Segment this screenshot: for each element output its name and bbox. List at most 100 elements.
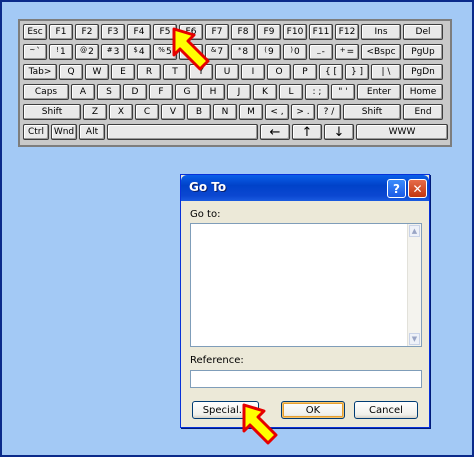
key-row5-3[interactable]: C bbox=[135, 104, 159, 120]
key-row5-1[interactable]: Z bbox=[83, 104, 107, 120]
key-char: 1 bbox=[60, 46, 66, 57]
key-f11[interactable]: F11 bbox=[309, 24, 333, 40]
reference-input[interactable] bbox=[190, 370, 422, 388]
key-row3-13[interactable]: | \ bbox=[371, 64, 401, 80]
key-row5-5[interactable]: B bbox=[187, 104, 211, 120]
key-row4-7[interactable]: J bbox=[227, 84, 251, 100]
key-down-arrow[interactable]: ↓ bbox=[324, 124, 354, 140]
key-ctrl[interactable]: Ctrl bbox=[23, 124, 49, 140]
reference-label: Reference: bbox=[190, 355, 244, 366]
key-char: PgUp bbox=[411, 46, 435, 57]
key-shift-char: ! bbox=[56, 45, 60, 54]
key-row4-1[interactable]: A bbox=[71, 84, 95, 100]
key-f12[interactable]: F12 bbox=[335, 24, 359, 40]
key-char: ` bbox=[36, 46, 41, 57]
key-row5-8[interactable]: < , bbox=[265, 104, 289, 120]
key-row2-10[interactable]: ) 0 bbox=[283, 44, 307, 60]
key-row2-12[interactable]: + = bbox=[335, 44, 359, 60]
key-char: <Bspc bbox=[366, 46, 396, 57]
key-row5-7[interactable]: M bbox=[239, 104, 263, 120]
goto-dialog: Go To ? ✕ Go to: ▲ ▼ Reference: Special.… bbox=[180, 174, 430, 428]
key-row3-9[interactable]: O bbox=[267, 64, 291, 80]
key-row3-8[interactable]: I bbox=[241, 64, 265, 80]
key-row4-13[interactable]: Home bbox=[403, 84, 443, 100]
ok-button[interactable]: OK bbox=[281, 401, 345, 419]
key-shift-char: # bbox=[106, 45, 113, 54]
help-button[interactable]: ? bbox=[387, 179, 406, 198]
scroll-up-icon[interactable]: ▲ bbox=[409, 225, 420, 237]
key-shift-char: + bbox=[339, 45, 346, 54]
key-char: - bbox=[321, 46, 325, 57]
key-row4-6[interactable]: H bbox=[201, 84, 225, 100]
key-char: 3 bbox=[113, 46, 120, 57]
key-alt[interactable]: Alt bbox=[79, 124, 105, 140]
key-f9[interactable]: F9 bbox=[257, 24, 281, 40]
key-row2-9[interactable]: (9 bbox=[257, 44, 281, 60]
key-row3-7[interactable]: U bbox=[215, 64, 239, 80]
key-row3-12[interactable]: } ] bbox=[345, 64, 369, 80]
key-row2-4[interactable]: $4 bbox=[127, 44, 151, 60]
key-f3[interactable]: F3 bbox=[101, 24, 125, 40]
key-row3-14[interactable]: PgDn bbox=[403, 64, 443, 80]
key-row2-11[interactable]: _ - bbox=[309, 44, 333, 60]
key-www[interactable]: WWW bbox=[356, 124, 448, 140]
key-row3-3[interactable]: E bbox=[111, 64, 135, 80]
key-row3-0[interactable]: Tab> bbox=[23, 64, 57, 80]
key-space[interactable] bbox=[107, 124, 258, 140]
key-row5-11[interactable]: Shift bbox=[343, 104, 401, 120]
key-f4[interactable]: F4 bbox=[127, 24, 151, 40]
key-row3-4[interactable]: R bbox=[137, 64, 161, 80]
key-shift-char: * bbox=[237, 45, 242, 54]
key-row2-1[interactable]: ! 1 bbox=[49, 44, 73, 60]
key-row5-2[interactable]: X bbox=[109, 104, 133, 120]
key-row2-14[interactable]: PgUp bbox=[403, 44, 443, 60]
key-shift-char: $ bbox=[133, 45, 138, 54]
key-row4-3[interactable]: D bbox=[123, 84, 147, 100]
key-f10[interactable]: F10 bbox=[283, 24, 307, 40]
key-row4-8[interactable]: K bbox=[253, 84, 277, 100]
key-esc[interactable]: Esc bbox=[23, 24, 47, 40]
dialog-title: Go To bbox=[189, 180, 227, 194]
key-ins[interactable]: Ins bbox=[361, 24, 401, 40]
key-f1[interactable]: F1 bbox=[49, 24, 73, 40]
key-f2[interactable]: F2 bbox=[75, 24, 99, 40]
key-wnd[interactable]: Wnd bbox=[51, 124, 77, 140]
key-row2-3[interactable]: #3 bbox=[101, 44, 125, 60]
key-row4-0[interactable]: Caps bbox=[23, 84, 69, 100]
key-row3-10[interactable]: P bbox=[293, 64, 317, 80]
key-shift-char: ) bbox=[290, 45, 293, 54]
key-del[interactable]: Del bbox=[403, 24, 443, 40]
key-row2-0[interactable]: ~ ` bbox=[23, 44, 47, 60]
key-row4-11[interactable]: " ' bbox=[331, 84, 355, 100]
scroll-down-icon[interactable]: ▼ bbox=[409, 333, 420, 345]
key-row5-9[interactable]: > . bbox=[291, 104, 315, 120]
key-row5-6[interactable]: N bbox=[213, 104, 237, 120]
key-row5-10[interactable]: ? / bbox=[317, 104, 341, 120]
key-row4-9[interactable]: L bbox=[279, 84, 303, 100]
key-row5-4[interactable]: V bbox=[161, 104, 185, 120]
key-char: 4 bbox=[138, 46, 145, 57]
close-button[interactable]: ✕ bbox=[408, 179, 427, 198]
key-row2-2[interactable]: @2 bbox=[75, 44, 99, 60]
key-left-arrow[interactable]: ← bbox=[260, 124, 290, 140]
key-up-arrow[interactable]: ↑ bbox=[292, 124, 322, 140]
key-shift-char: @ bbox=[80, 45, 88, 54]
key-row5-12[interactable]: End bbox=[403, 104, 443, 120]
key-row4-10[interactable]: : ; bbox=[305, 84, 329, 100]
pointer-f5-icon bbox=[172, 27, 210, 71]
key-row4-12[interactable]: Enter bbox=[357, 84, 401, 100]
key-f8[interactable]: F8 bbox=[231, 24, 255, 40]
key-row4-5[interactable]: G bbox=[175, 84, 199, 100]
key-row3-1[interactable]: Q bbox=[59, 64, 83, 80]
key-char: 8 bbox=[242, 46, 249, 57]
key-row2-8[interactable]: * 8 bbox=[231, 44, 255, 60]
key-row5-0[interactable]: Shift bbox=[23, 104, 81, 120]
cancel-button[interactable]: Cancel bbox=[354, 401, 418, 419]
key-row4-2[interactable]: S bbox=[97, 84, 121, 100]
key-row4-4[interactable]: F bbox=[149, 84, 173, 100]
key-row3-11[interactable]: { [ bbox=[319, 64, 343, 80]
key-row3-2[interactable]: W bbox=[85, 64, 109, 80]
goto-list-scrollbar[interactable]: ▲ ▼ bbox=[407, 224, 421, 346]
goto-list[interactable]: ▲ ▼ bbox=[190, 223, 422, 347]
key-row2-13[interactable]: <Bspc bbox=[361, 44, 401, 60]
